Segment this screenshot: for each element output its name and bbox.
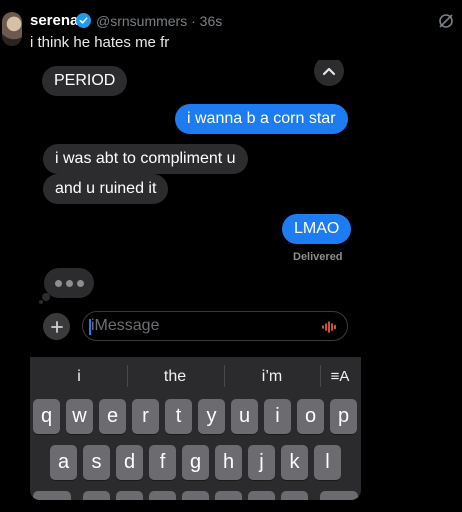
- suggestion-divider: [127, 365, 128, 387]
- key-m[interactable]: [281, 491, 308, 500]
- key-p[interactable]: p: [330, 399, 357, 434]
- key-r[interactable]: r: [132, 399, 159, 434]
- chevron-up-icon[interactable]: [314, 60, 344, 86]
- suggestion-divider: [224, 365, 225, 387]
- handle-and-time: @srnsummers · 36s: [96, 13, 223, 29]
- suggestion-item[interactable]: i’m: [252, 368, 292, 386]
- message-bubble-received: and u ruined it: [43, 174, 169, 204]
- delivered-status: Delivered: [293, 251, 343, 263]
- plus-icon[interactable]: [43, 313, 70, 340]
- key-x[interactable]: [116, 491, 143, 500]
- message-input-placeholder: iMessage: [91, 317, 160, 334]
- key-t[interactable]: t: [165, 399, 192, 434]
- key-j[interactable]: j: [248, 445, 275, 480]
- verified-badge-icon: [76, 13, 91, 28]
- key-w[interactable]: w: [66, 399, 93, 434]
- suggestion-divider: [320, 365, 321, 387]
- key-b[interactable]: [215, 491, 242, 500]
- delete-key[interactable]: [320, 491, 358, 500]
- key-h[interactable]: h: [215, 445, 242, 480]
- audio-waveform-icon[interactable]: [322, 320, 338, 338]
- typing-indicator-tail: [42, 293, 50, 301]
- suggestion-item[interactable]: i: [70, 368, 88, 386]
- key-y[interactable]: y: [198, 399, 225, 434]
- keyboard: i the i’m ≡A q w e r t y u i o p a s d f…: [30, 357, 361, 500]
- message-input[interactable]: iMessage: [82, 311, 348, 341]
- message-bubble-sent: LMAO: [282, 214, 352, 244]
- key-g[interactable]: g: [182, 445, 209, 480]
- key-d[interactable]: d: [116, 445, 143, 480]
- avatar[interactable]: [2, 12, 22, 46]
- key-k[interactable]: k: [281, 445, 308, 480]
- key-i[interactable]: i: [264, 399, 291, 434]
- author-name[interactable]: serena: [30, 12, 78, 29]
- shift-key[interactable]: [33, 491, 71, 500]
- key-n[interactable]: [248, 491, 275, 500]
- tweet-text: i think he hates me fr: [30, 34, 170, 51]
- typing-indicator-tail: [39, 300, 43, 304]
- more-icon[interactable]: [437, 12, 455, 30]
- message-bubble-received: PERIOD: [42, 66, 128, 96]
- suggestion-item[interactable]: the: [150, 368, 200, 386]
- key-c[interactable]: [149, 491, 176, 500]
- key-l[interactable]: l: [314, 445, 341, 480]
- key-s[interactable]: s: [83, 445, 110, 480]
- message-bubble-received: i was abt to compliment u: [43, 144, 248, 174]
- key-z[interactable]: [83, 491, 110, 500]
- typing-indicator: [44, 268, 94, 298]
- key-v[interactable]: [182, 491, 209, 500]
- message-bubble-sent: i wanna b a corn star: [175, 104, 348, 134]
- tweet-media-screenshot[interactable]: PERIOD i wanna b a corn star i was abt t…: [30, 60, 361, 500]
- key-f[interactable]: f: [149, 445, 176, 480]
- key-q[interactable]: q: [33, 399, 60, 434]
- key-u[interactable]: u: [231, 399, 258, 434]
- key-o[interactable]: o: [297, 399, 324, 434]
- key-a[interactable]: a: [50, 445, 77, 480]
- text-format-button[interactable]: ≡A: [328, 368, 352, 385]
- key-e[interactable]: e: [99, 399, 126, 434]
